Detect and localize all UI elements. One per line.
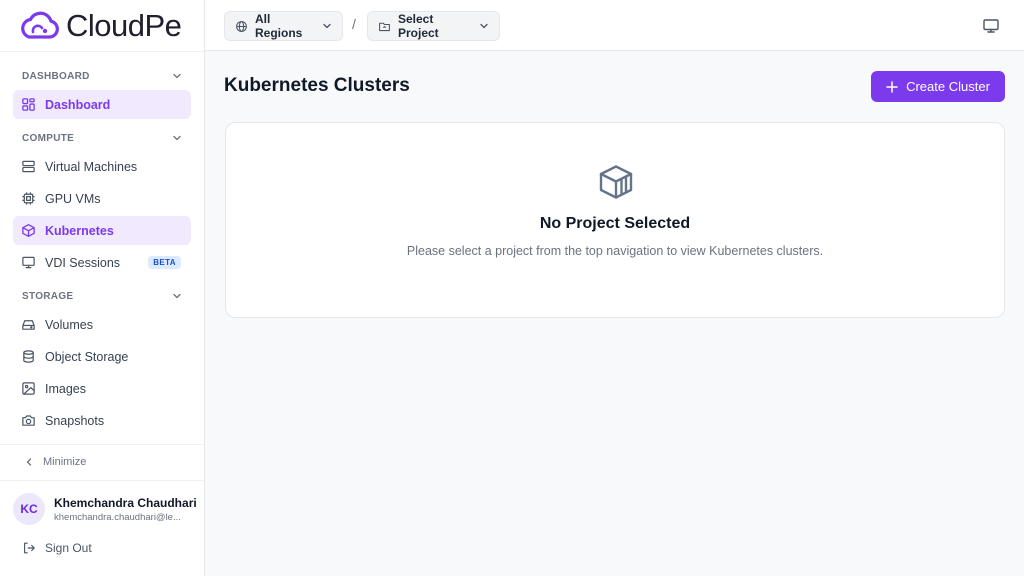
globe-icon <box>236 20 247 32</box>
create-cluster-button[interactable]: Create Cluster <box>871 71 1005 102</box>
sidebar-item-label: Images <box>45 381 86 396</box>
top-bar: All Regions / Select Project <box>205 0 1024 51</box>
divider <box>0 51 204 52</box>
sign-out-button[interactable]: Sign Out <box>22 541 92 555</box>
beta-badge: BETA <box>148 256 181 269</box>
user-name: Khemchandra Chaudhari <box>54 496 197 510</box>
container-icon <box>599 165 633 199</box>
region-selector[interactable]: All Regions <box>224 11 343 41</box>
sidebar-item-images[interactable]: Images <box>13 374 191 403</box>
minimize-label: Minimize <box>43 455 87 468</box>
chevron-down-icon <box>323 23 331 29</box>
image-icon <box>22 382 35 395</box>
sidebar-item-gpu-vms[interactable]: GPU VMs <box>13 184 191 213</box>
folder-icon <box>379 22 390 31</box>
project-selector[interactable]: Select Project <box>367 11 500 41</box>
sidebar-item-snapshots[interactable]: Snapshots <box>13 406 191 435</box>
database-icon <box>23 350 34 363</box>
chevron-left-icon <box>26 457 32 466</box>
avatar[interactable]: KC <box>13 493 45 525</box>
section-dashboard[interactable]: DASHBOARD <box>0 62 204 90</box>
breadcrumb-separator: / <box>352 16 356 32</box>
chevron-down-icon <box>173 135 181 141</box>
log-out-icon <box>24 542 35 554</box>
server-icon <box>22 160 35 173</box>
brand-name: CloudPe <box>66 8 182 43</box>
project-label: Select Project <box>398 12 439 40</box>
monitor-icon[interactable] <box>982 17 1000 35</box>
create-cluster-label: Create Cluster <box>906 79 990 94</box>
sidebar-item-label: Snapshots <box>45 413 105 428</box>
empty-state-description: Please select a project from the top nav… <box>406 244 824 258</box>
empty-state-title: No Project Selected <box>539 215 691 232</box>
sign-out-label: Sign Out <box>45 541 92 555</box>
hard-drive-icon <box>22 320 35 330</box>
sidebar-nav: DASHBOARD Dashboard COMPUTE Virtual Mach… <box>0 62 204 440</box>
sidebar-item-label: GPU VMs <box>45 191 101 206</box>
minimize-button[interactable]: Minimize <box>0 444 204 478</box>
sidebar-item-label: Object Storage <box>45 349 129 364</box>
section-compute[interactable]: COMPUTE <box>0 124 204 152</box>
cloud-logo-icon <box>21 11 59 39</box>
chip-icon <box>22 192 35 205</box>
sidebar-item-object-storage[interactable]: Object Storage <box>13 342 191 371</box>
user-profile: KC Khemchandra Chaudhari khemchandra.cha… <box>0 480 204 576</box>
monitor-icon <box>22 256 35 269</box>
sidebar-item-label: VDI Sessions <box>45 255 121 270</box>
sidebar-item-vdi-sessions[interactable]: VDI Sessions BETA <box>13 248 191 277</box>
section-title: DASHBOARD <box>22 70 90 82</box>
chevron-down-icon <box>480 23 488 29</box>
region-label: All Regions <box>255 12 303 40</box>
section-storage[interactable]: STORAGE <box>0 282 204 310</box>
page-title: Kubernetes Clusters <box>224 75 410 96</box>
sidebar-item-volumes[interactable]: Volumes <box>13 310 191 339</box>
section-title: COMPUTE <box>22 132 75 144</box>
sidebar-item-dashboard[interactable]: Dashboard <box>13 90 191 119</box>
cube-icon <box>22 224 35 237</box>
sidebar-item-kubernetes[interactable]: Kubernetes <box>13 216 191 245</box>
sidebar: CloudPe DASHBOARD Dashboard COMPUTE Virt… <box>0 0 205 576</box>
user-email: khemchandra.chaudhari@le... <box>54 512 181 523</box>
sidebar-item-label: Virtual Machines <box>45 159 138 174</box>
chevron-down-icon <box>173 293 181 299</box>
sidebar-item-label: Kubernetes <box>45 223 114 238</box>
camera-icon <box>22 415 35 426</box>
plus-icon <box>886 80 898 93</box>
section-title: STORAGE <box>22 290 74 302</box>
empty-state-card: No Project Selected Please select a proj… <box>225 122 1005 318</box>
sidebar-item-virtual-machines[interactable]: Virtual Machines <box>13 152 191 181</box>
sidebar-item-label: Volumes <box>45 317 93 332</box>
brand-logo[interactable]: CloudPe <box>18 8 182 44</box>
chevron-down-icon <box>173 73 181 79</box>
sidebar-item-label: Dashboard <box>45 97 111 112</box>
grid-icon <box>22 98 35 111</box>
